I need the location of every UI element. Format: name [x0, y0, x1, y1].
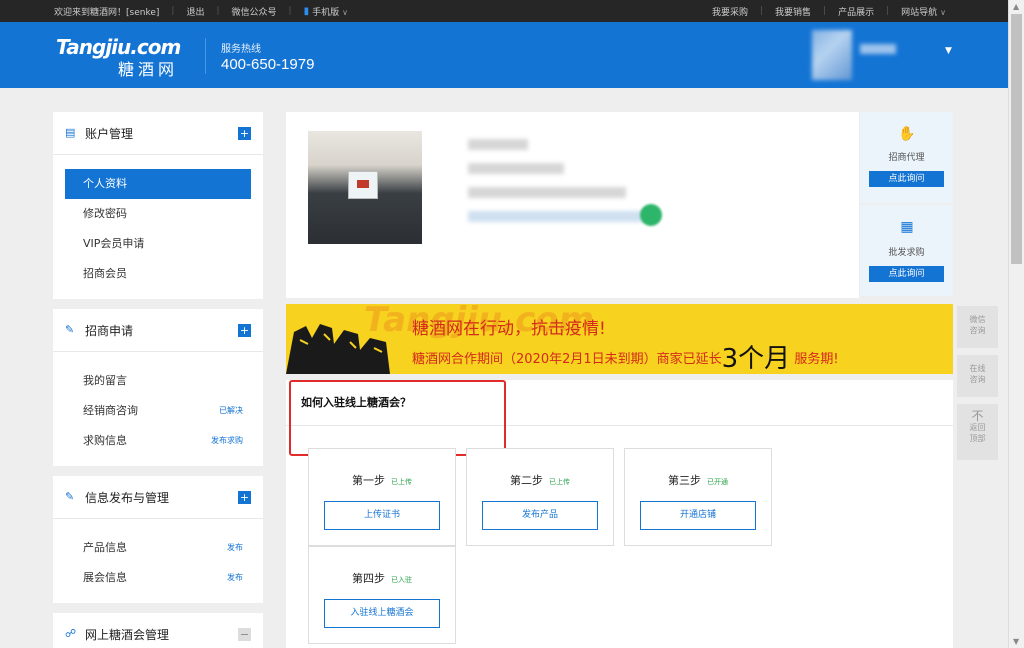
- status-badge: 已上传: [391, 478, 412, 486]
- profile-line-blurred: [468, 163, 564, 174]
- status-badge: 已开通: [707, 478, 728, 486]
- hotline-number: 400-650-1979: [221, 56, 315, 73]
- main-content: ✋ 招商代理 点此询问 ▦ 批发求购 点此询问 Tangjiu.com 糖酒网在…: [286, 112, 953, 648]
- edit-icon: ✎: [65, 323, 75, 336]
- arrow-up-icon: 不: [971, 409, 984, 423]
- page-scrollbar[interactable]: ▲ ▼: [1008, 0, 1024, 648]
- site-logo[interactable]: Tangjiu.com 糖酒网: [56, 36, 186, 79]
- profile-card: [286, 112, 859, 298]
- site-header: Tangjiu.com 糖酒网 服务热线 400-650-1979 ▼: [0, 22, 1008, 88]
- sidebar-group-online-fair: ☍ 网上糖酒会管理 −: [53, 613, 263, 648]
- group-header[interactable]: ✎ 招商申请 +: [53, 309, 263, 352]
- welcome-text: 欢迎来到糖酒网！[senke]: [54, 7, 160, 18]
- logout-link[interactable]: 退出: [186, 5, 204, 18]
- open-shop-button[interactable]: 开通店铺: [640, 501, 756, 530]
- publish-link[interactable]: 发布: [227, 533, 243, 563]
- ask-button[interactable]: 点此询问: [869, 171, 944, 187]
- scroll-up-icon[interactable]: ▲: [1013, 2, 1019, 11]
- sidebar-item-profile[interactable]: 个人资料: [65, 169, 251, 199]
- handshake-icon: ✋: [898, 126, 916, 142]
- caret-down-icon[interactable]: ▼: [945, 46, 952, 56]
- group-header[interactable]: ▤ 账户管理 +: [53, 112, 263, 155]
- profile-name-blurred: [468, 139, 528, 150]
- chevron-down-icon: ∨: [940, 7, 946, 17]
- join-online-fair-button[interactable]: 入驻线上糖酒会: [324, 599, 440, 628]
- hotline-label: 服务热线: [221, 44, 261, 55]
- sidebar-item-merchant-member[interactable]: 招商会员: [65, 259, 251, 289]
- upload-cert-button[interactable]: 上传证书: [324, 501, 440, 530]
- floating-tools: 微信 咨询 在线 咨询 不返回 顶部: [957, 306, 998, 467]
- publish-link[interactable]: 发布: [227, 563, 243, 593]
- promo-banner[interactable]: Tangjiu.com 糖酒网在行动，抗击疫情! 糖酒网合作期间（2020年2月…: [286, 304, 953, 374]
- profile-line-blurred: [468, 187, 626, 198]
- collapse-icon[interactable]: −: [238, 628, 251, 641]
- wholesale-card: ▦ 批发求购 点此询问: [860, 205, 953, 296]
- step-card: 第二步 已上传 发布产品: [466, 448, 614, 546]
- step-card: 第一步 已上传 上传证书: [308, 448, 456, 546]
- onboarding-steps: 如何入驻线上糖酒会？ 第一步 已上传 上传证书 第二步 已上传 发布产品 第三步 已开…: [286, 380, 953, 648]
- step-card: 第四步 已入驻 入驻线上糖酒会: [308, 546, 456, 644]
- sidebar-item-product-info[interactable]: 产品信息 发布: [65, 533, 251, 563]
- mobile-link[interactable]: 手机版 ∨: [312, 5, 348, 18]
- building-icon: ▦: [900, 219, 914, 235]
- sidebar-item-vip[interactable]: VIP会员申请: [65, 229, 251, 259]
- avatar[interactable]: [812, 30, 852, 80]
- group-header[interactable]: ✎ 信息发布与管理 +: [53, 476, 263, 519]
- verified-icon: [640, 204, 662, 226]
- edit-icon: ✎: [65, 490, 75, 503]
- products-link[interactable]: 产品展示: [838, 5, 874, 18]
- sidebar: ▤ 账户管理 + 个人资料 修改密码 VIP会员申请 招商会员 ✎ 招商申请 +…: [53, 112, 263, 648]
- sidebar-item-my-messages[interactable]: 我的留言: [65, 366, 251, 396]
- scrollbar-thumb[interactable]: [1011, 14, 1022, 264]
- side-cards: ✋ 招商代理 点此询问 ▦ 批发求购 点此询问: [860, 112, 953, 298]
- sidebar-group-investment: ✎ 招商申请 + 我的留言 经销商咨询 已解决 求购信息 发布求购: [53, 309, 263, 466]
- banner-subline: 糖酒网合作期间（2020年2月1日未到期）商家已延长3个月 服务期!: [412, 344, 839, 374]
- group-header[interactable]: ☍ 网上糖酒会管理 −: [53, 613, 263, 648]
- id-card-icon: ▤: [65, 126, 76, 139]
- highlight-box: [289, 380, 506, 456]
- chevron-down-icon: ∨: [342, 7, 348, 17]
- online-consult-button[interactable]: 在线 咨询: [957, 355, 998, 397]
- banner-headline: 糖酒网在行动，抗击疫情!: [412, 319, 606, 339]
- sidebar-item-purchase-info[interactable]: 求购信息 发布求购: [65, 426, 251, 456]
- sidebar-group-account: ▤ 账户管理 + 个人资料 修改密码 VIP会员申请 招商会员: [53, 112, 263, 299]
- profile-line-blurred: [468, 211, 646, 222]
- expand-icon[interactable]: +: [238, 324, 251, 337]
- status-badge: 已上传: [549, 478, 570, 486]
- profile-photo[interactable]: [308, 131, 422, 244]
- wechat-link[interactable]: 微信公众号: [232, 5, 277, 18]
- wechat-consult-button[interactable]: 微信 咨询: [957, 306, 998, 348]
- step-card: 第三步 已开通 开通店铺: [624, 448, 772, 546]
- sidebar-item-dealer-consult[interactable]: 经销商咨询 已解决: [65, 396, 251, 426]
- expand-icon[interactable]: +: [238, 491, 251, 504]
- phone-icon: ▮: [303, 5, 310, 17]
- user-network-icon: ☍: [65, 627, 77, 640]
- sell-link[interactable]: 我要销售: [775, 5, 811, 18]
- status-tag[interactable]: 已解决: [219, 396, 243, 426]
- sidebar-group-publishing: ✎ 信息发布与管理 + 产品信息 发布 展会信息 发布: [53, 476, 263, 603]
- sidebar-item-exhibition-info[interactable]: 展会信息 发布: [65, 563, 251, 593]
- agent-card: ✋ 招商代理 点此询问: [860, 112, 953, 203]
- site-nav-link[interactable]: 网站导航 ∨: [901, 5, 946, 18]
- publish-product-button[interactable]: 发布产品: [482, 501, 598, 530]
- top-bar: 欢迎来到糖酒网！[senke] | 退出 | 微信公众号 | ▮ 手机版 ∨ 我要…: [0, 0, 1008, 22]
- status-badge: 已入驻: [391, 576, 412, 584]
- back-to-top-button[interactable]: 不返回 顶部: [957, 404, 998, 460]
- username-blurred[interactable]: [860, 44, 896, 54]
- expand-icon[interactable]: +: [238, 127, 251, 140]
- publish-purchase-link[interactable]: 发布求购: [211, 426, 243, 456]
- ask-button[interactable]: 点此询问: [869, 266, 944, 282]
- header-divider: [205, 38, 206, 74]
- buy-link[interactable]: 我要采购: [712, 5, 748, 18]
- scroll-down-icon[interactable]: ▼: [1013, 637, 1019, 646]
- sidebar-item-change-password[interactable]: 修改密码: [65, 199, 251, 229]
